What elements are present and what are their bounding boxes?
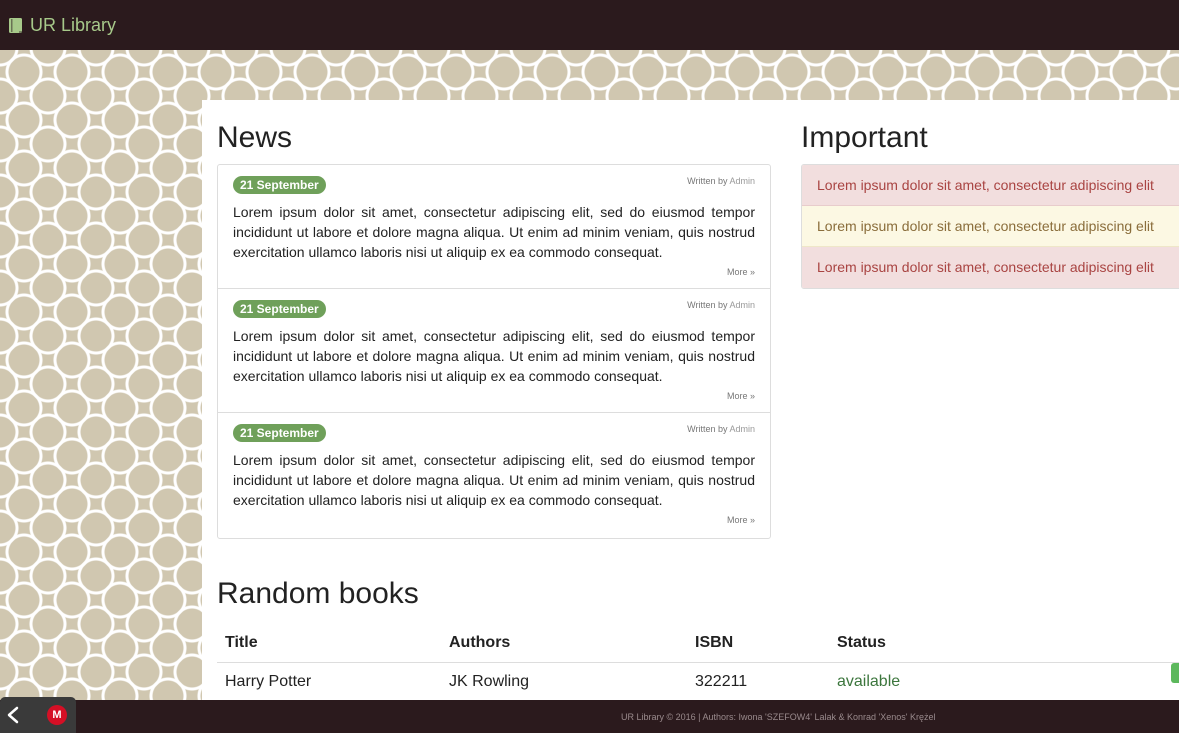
navbar: UR Library bbox=[0, 0, 1179, 50]
book-isbn: 322211 bbox=[695, 673, 748, 690]
brand-link[interactable]: UR Library bbox=[8, 15, 116, 36]
main-content: News 21 September Written by Admin Lorem… bbox=[202, 100, 1179, 700]
m-app-icon[interactable]: M bbox=[47, 705, 67, 725]
date-badge: 21 September bbox=[233, 176, 326, 194]
date-badge: 21 September bbox=[233, 424, 326, 442]
books-table: Title Authors ISBN Status Harry Potter J… bbox=[217, 634, 1179, 700]
author-link[interactable]: Admin bbox=[729, 176, 755, 186]
column-header-authors: Authors bbox=[441, 634, 687, 663]
status-label: available bbox=[837, 673, 901, 690]
more-link[interactable]: More » bbox=[727, 267, 755, 277]
footer-text: UR Library © 2016 | Authors: Iwona 'SZEF… bbox=[621, 712, 936, 722]
column-header-status: Status bbox=[829, 634, 1179, 663]
news-item: 21 September Written by Admin Lorem ipsu… bbox=[218, 413, 770, 538]
alert-danger: Lorem ipsum dolor sit amet, consectetur … bbox=[802, 247, 1179, 288]
alert-list: Lorem ipsum dolor sit amet, consectetur … bbox=[801, 164, 1179, 289]
book-authors: JK Rowling bbox=[449, 673, 530, 690]
written-by: Written by Admin bbox=[687, 424, 755, 434]
written-by: Written by Admin bbox=[687, 176, 755, 186]
written-by-label: Written by bbox=[687, 424, 728, 434]
written-by-label: Written by bbox=[687, 176, 728, 186]
column-header-isbn: ISBN bbox=[687, 634, 829, 663]
author-link[interactable]: Admin bbox=[729, 300, 755, 310]
news-item: 21 September Written by Admin Lorem ipsu… bbox=[218, 165, 770, 289]
date-badge: 21 September bbox=[233, 300, 326, 318]
news-body: Lorem ipsum dolor sit amet, consectetur … bbox=[233, 452, 755, 508]
written-by-label: Written by bbox=[687, 300, 728, 310]
news-title: News bbox=[217, 121, 293, 154]
more-link[interactable]: More » bbox=[727, 515, 755, 525]
book-title: Harry Potter bbox=[225, 673, 312, 690]
news-body: Lorem ipsum dolor sit amet, consectetur … bbox=[233, 204, 755, 260]
books-title: Random books bbox=[217, 577, 419, 610]
taskbar: M bbox=[0, 697, 76, 733]
action-button[interactable] bbox=[1171, 663, 1179, 683]
author-link[interactable]: Admin bbox=[729, 424, 755, 434]
more-link[interactable]: More » bbox=[727, 391, 755, 401]
news-list: 21 September Written by Admin Lorem ipsu… bbox=[217, 164, 771, 539]
table-header-row: Title Authors ISBN Status bbox=[217, 634, 1179, 663]
brand-name: UR Library bbox=[30, 14, 117, 35]
important-title: Important bbox=[801, 121, 928, 154]
column-header-title: Title bbox=[217, 634, 441, 663]
table-row[interactable]: Harry Potter JK Rowling 322211 available bbox=[217, 663, 1179, 701]
news-item: 21 September Written by Admin Lorem ipsu… bbox=[218, 289, 770, 413]
book-status: available bbox=[829, 663, 1179, 701]
written-by: Written by Admin bbox=[687, 300, 755, 310]
chevron-left-icon[interactable] bbox=[4, 705, 22, 725]
book-icon bbox=[9, 17, 22, 33]
alert-warning: Lorem ipsum dolor sit amet, consectetur … bbox=[802, 206, 1179, 247]
footer: UR Library © 2016 | Authors: Iwona 'SZEF… bbox=[0, 700, 1179, 733]
alert-danger: Lorem ipsum dolor sit amet, consectetur … bbox=[802, 165, 1179, 206]
news-body: Lorem ipsum dolor sit amet, consectetur … bbox=[233, 328, 755, 384]
